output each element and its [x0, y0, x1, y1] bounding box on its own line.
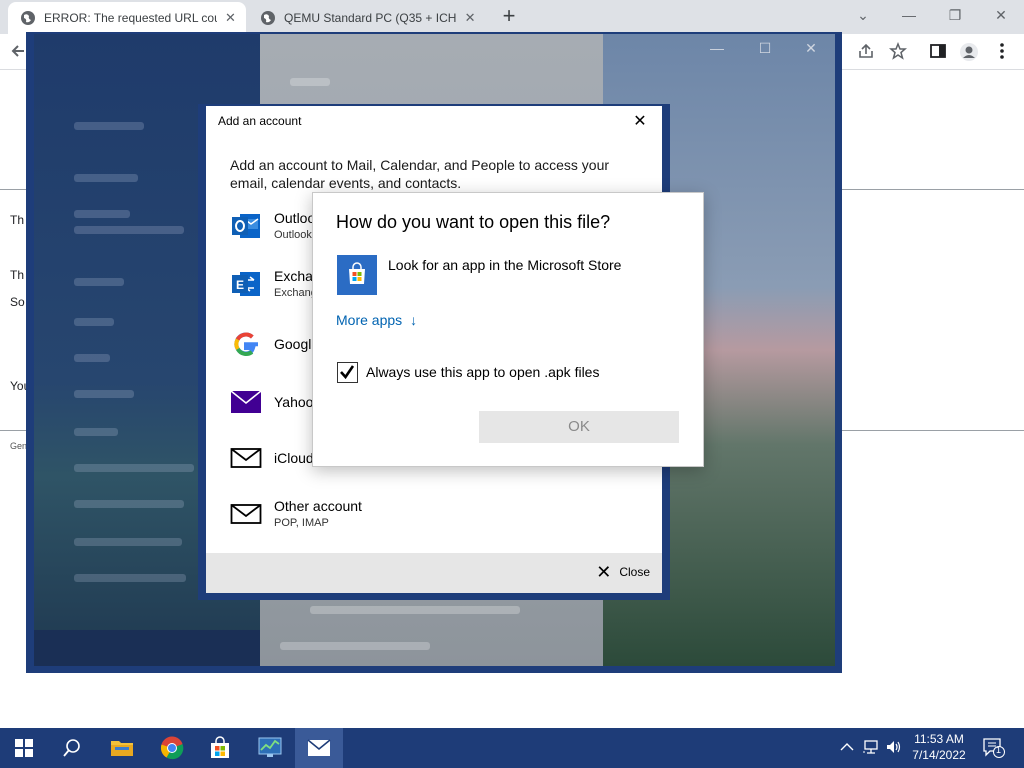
search-icon	[63, 739, 80, 757]
account-option-other[interactable]: Other account POP, IMAP	[230, 498, 650, 538]
globe-icon	[261, 11, 275, 25]
share-icon[interactable]	[856, 42, 876, 62]
google-icon	[234, 332, 258, 356]
mail-close-button[interactable]: ✕	[796, 40, 826, 57]
globe-icon	[21, 11, 35, 25]
tab-search-button[interactable]: ⌄	[840, 4, 886, 26]
dialog-description: Add an account to Mail, Calendar, and Pe…	[230, 157, 610, 191]
dialog-footer: ✕ Close	[206, 553, 662, 593]
mail-button[interactable]	[295, 728, 343, 768]
notification-center-icon[interactable]: 1	[983, 738, 1005, 761]
close-window-button[interactable]: ✕	[978, 4, 1024, 26]
store-bag-icon	[211, 736, 229, 758]
task-manager-button[interactable]	[246, 728, 294, 768]
open-with-dialog: How do you want to open this file? Look …	[312, 192, 704, 467]
mail-envelope-icon	[230, 504, 262, 524]
minimize-button[interactable]: —	[886, 4, 932, 26]
mail-maximize-button[interactable]: ☐	[750, 40, 780, 57]
mail-sidebar-bottom-bar	[34, 630, 260, 666]
restore-button[interactable]: ❐	[932, 4, 978, 26]
volume-icon[interactable]	[885, 739, 903, 758]
mail-envelope-icon	[230, 448, 262, 468]
exchange-icon: E	[232, 272, 260, 296]
dialog-close-button[interactable]: ✕	[628, 111, 652, 131]
more-apps-link[interactable]: More apps ↓	[336, 312, 417, 328]
tab-title: ERROR: The requested URL could not be re…	[44, 11, 217, 25]
browser-tab-strip: ERROR: The requested URL could not be re…	[0, 0, 1024, 34]
arrow-down-icon: ↓	[410, 312, 418, 328]
account-name: Yahoo	[274, 394, 314, 410]
mail-icon	[307, 739, 331, 756]
tab-error[interactable]: ERROR: The requested URL could not be re…	[8, 2, 246, 34]
chevron-up-icon[interactable]	[840, 740, 854, 755]
more-menu-icon[interactable]	[992, 42, 1012, 62]
folder-icon	[111, 741, 133, 756]
system-clock[interactable]: 11:53 AM 7/14/2022	[906, 731, 972, 763]
back-arrow-icon[interactable]	[8, 42, 28, 62]
file-explorer-button[interactable]	[98, 728, 146, 768]
network-icon[interactable]	[862, 739, 880, 758]
account-name: Other account	[274, 498, 362, 514]
page-footer-text: Gen	[10, 441, 28, 451]
profile-avatar-icon[interactable]	[959, 42, 979, 62]
store-option-label[interactable]: Look for an app in the Microsoft Store	[388, 257, 621, 273]
close-button[interactable]: ✕ Close	[596, 562, 650, 582]
mail-minimize-button[interactable]: —	[702, 40, 732, 56]
tab-title: QEMU Standard PC (Q35 + ICH9, 2009)	[284, 11, 457, 25]
store-button[interactable]	[196, 728, 244, 768]
windows-logo-icon	[15, 739, 33, 757]
more-apps-label: More apps	[336, 312, 403, 328]
new-tab-button[interactable]: +	[497, 5, 521, 29]
yahoo-icon	[230, 390, 262, 413]
tab-close-button[interactable]: ✕	[223, 10, 238, 26]
side-panel-icon[interactable]	[928, 42, 948, 62]
account-sub: Outlook	[274, 229, 312, 241]
page-text: Th	[10, 268, 25, 282]
dialog-title: Add an account	[218, 114, 302, 128]
clock-date: 7/14/2022	[912, 748, 966, 762]
ok-button[interactable]: OK	[479, 411, 679, 443]
start-button[interactable]	[0, 728, 48, 768]
svg-text:E: E	[236, 278, 244, 292]
checkmark-icon	[340, 365, 355, 380]
bookmark-star-icon[interactable]	[888, 41, 908, 62]
close-icon: ✕	[596, 562, 612, 582]
always-use-label[interactable]: Always use this app to open .apk files	[366, 364, 599, 380]
account-name: iCloud	[274, 450, 314, 466]
search-button[interactable]	[48, 728, 96, 768]
page-text: Th	[10, 213, 25, 227]
notification-count: 1	[996, 745, 1002, 755]
close-label: Close	[619, 565, 650, 579]
page-text: So	[10, 295, 25, 309]
account-sub: POP, IMAP	[274, 517, 329, 529]
outlook-icon	[232, 214, 260, 238]
always-use-checkbox[interactable]	[337, 362, 358, 383]
clock-time: 11:53 AM	[914, 732, 964, 746]
taskbar: 11:53 AM 7/14/2022 1	[0, 728, 1024, 768]
tab-close-button[interactable]: ✕	[462, 10, 478, 26]
task-manager-icon	[258, 737, 282, 757]
chrome-icon	[160, 736, 184, 760]
open-with-title: How do you want to open this file?	[336, 212, 611, 232]
chrome-button[interactable]	[148, 728, 196, 768]
tab-qemu[interactable]: QEMU Standard PC (Q35 + ICH9, 2009) ✕	[248, 2, 486, 34]
microsoft-store-icon[interactable]	[337, 255, 377, 295]
